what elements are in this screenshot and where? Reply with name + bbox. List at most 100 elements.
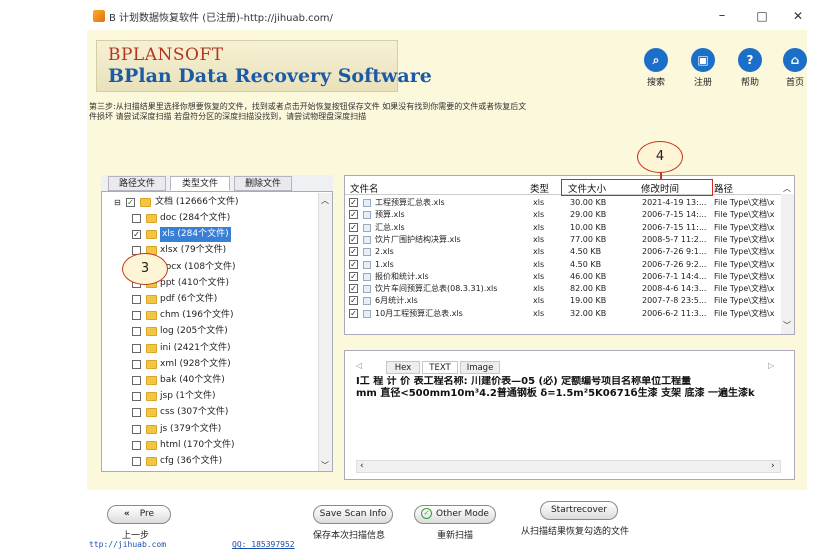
chevron-left-icon[interactable]: ‹ (360, 461, 364, 471)
file-checkbox[interactable]: ✓ (349, 198, 358, 207)
tree-item-label: html (170个文件) (160, 439, 235, 450)
tree-item-checkbox[interactable] (132, 327, 141, 337)
tab-image[interactable]: Image (460, 361, 500, 374)
annotation-highlight-box (561, 179, 713, 196)
file-row[interactable]: ✓ 6月统计.xls xls 19.00 KB 2007-7-8 23:5... File… (345, 295, 781, 307)
register-label[interactable]: 注册 (683, 75, 723, 88)
start-recover-button[interactable]: Startrecover (540, 501, 618, 520)
file-checkbox[interactable]: ✓ (349, 247, 358, 257)
file-name: 饮片车间预算汇总表(08.3.31).xls (375, 284, 498, 294)
home-label[interactable]: 首页 (775, 75, 815, 88)
file-row[interactable]: ✓ 饮片厂围护结构决算.xls xls 77.00 KB 2008-5-7 11:2..… (345, 234, 781, 246)
tab-text[interactable]: TEXT (422, 361, 458, 374)
file-type: xls (533, 247, 545, 257)
chevron-down-icon[interactable]: ﹀ (321, 460, 329, 471)
file-row[interactable]: ✓ 预算.xls xls 29.00 KB 2006-7-15 14:... File T… (345, 209, 781, 221)
chevron-right-icon[interactable]: ▷ (768, 361, 774, 370)
chevron-right-icon[interactable]: › (771, 461, 775, 471)
tree-item-checkbox[interactable] (132, 424, 141, 434)
tree-item-checkbox[interactable] (132, 214, 141, 223)
file-modified: 2006-7-15 11:... (642, 222, 707, 232)
file-checkbox[interactable]: ✓ (349, 284, 358, 294)
save-scan-info-button[interactable]: Save Scan Info (313, 505, 393, 524)
chevron-left-icon[interactable]: ◁ (356, 361, 362, 370)
qq-contact-link[interactable]: QQ: 185397952 (232, 540, 295, 549)
home-icon[interactable]: ⌂ (783, 48, 807, 72)
tab-hex[interactable]: Hex (386, 361, 420, 374)
check-circle-icon: ✓ (421, 508, 433, 519)
file-checkbox[interactable]: ✓ (349, 234, 358, 244)
file-checkbox[interactable]: ✓ (349, 271, 358, 281)
tree-item-checkbox[interactable] (132, 343, 141, 353)
website-link[interactable]: ttp://jihuab.com (89, 540, 166, 549)
tree-item-checkbox[interactable] (132, 457, 141, 466)
file-name: 1.xls (375, 259, 394, 269)
file-modified: 2021-4-19 13:... (642, 198, 707, 207)
folder-icon (140, 198, 151, 207)
tree-item-label: cfg (36个文件) (160, 456, 223, 466)
tree-item-label: xlsx (79个文件) (160, 245, 227, 256)
collapse-icon[interactable]: ⊟ (114, 195, 121, 210)
file-list-scrollbar[interactable] (781, 194, 794, 334)
tree-item-checkbox[interactable] (132, 359, 141, 369)
file-modified: 2006-7-26 9:1... (642, 247, 707, 257)
file-name: 工程预算汇总表.xls (375, 198, 445, 207)
column-header-path[interactable]: 路径 (714, 181, 733, 195)
tree-scrollbar[interactable] (318, 193, 332, 471)
file-path: File Type\文档\x (714, 222, 775, 232)
root-checkbox[interactable]: ✓ (126, 198, 135, 207)
other-mode-label: Other Mode (436, 509, 489, 519)
search-label[interactable]: 搜索 (636, 75, 676, 88)
folder-icon (146, 408, 157, 418)
file-row[interactable]: ✓ 报价和统计.xls xls 46.00 KB 2006-7-1 14:4... Fil… (345, 271, 781, 283)
close-button[interactable]: ✕ (788, 8, 808, 24)
minimize-button[interactable]: – (712, 8, 732, 24)
preview-scrollbar[interactable] (356, 460, 781, 473)
tree-item-checkbox[interactable] (132, 295, 141, 304)
file-row[interactable]: ✓ 汇总.xls xls 10.00 KB 2006-7-15 11:... File T… (345, 222, 781, 234)
file-type: xls (533, 284, 545, 294)
file-path: File Type\文档\x (714, 308, 775, 318)
search-icon[interactable]: ⌕ (644, 48, 668, 72)
file-path: File Type\文档\x (714, 259, 775, 269)
file-row[interactable]: ✓ 饮片车间预算汇总表(08.3.31).xls xls 82.00 KB 2008-4… (345, 283, 781, 295)
help-label[interactable]: 帮助 (730, 75, 770, 88)
help-icon[interactable]: ? (738, 48, 762, 72)
maximize-button[interactable]: □ (752, 8, 772, 24)
file-checkbox[interactable]: ✓ (349, 222, 358, 232)
register-icon[interactable]: ▣ (691, 48, 715, 72)
other-mode-caption: 重新扫描 (437, 531, 474, 541)
other-mode-button[interactable]: ✓ Other Mode (414, 505, 496, 524)
file-icon (363, 297, 371, 306)
tree-item-checkbox[interactable] (132, 392, 141, 402)
tree-item-label: js (379个文件) (160, 423, 222, 434)
tree-item-checkbox[interactable] (132, 311, 141, 321)
tree-item-label: bak (40个文件) (160, 375, 225, 385)
file-row[interactable]: ✓ 10月工程预算汇总表.xls xls 32.00 KB 2006-6-2 11:3.… (345, 308, 781, 320)
file-checkbox[interactable]: ✓ (349, 296, 358, 306)
chevron-up-icon[interactable]: ︿ (321, 195, 329, 206)
chevron-down-icon[interactable]: ﹀ (783, 320, 791, 331)
tree-item-checkbox[interactable] (132, 408, 141, 418)
chevron-up-icon[interactable]: ︿ (783, 183, 791, 194)
file-checkbox[interactable]: ✓ (349, 308, 358, 318)
pre-button[interactable]: « Pre (107, 505, 171, 524)
file-modified: 2006-7-15 14:... (642, 210, 707, 220)
tab-path-files[interactable]: 路径文件 (108, 176, 166, 191)
column-header-type[interactable]: 类型 (530, 181, 549, 195)
tree-item-checkbox[interactable]: ✓ (132, 230, 141, 240)
column-header-name[interactable]: 文件名 (350, 181, 379, 195)
tab-deleted-files[interactable]: 删除文件 (234, 176, 292, 191)
file-icon (363, 272, 371, 281)
file-row[interactable]: ✓ 1.xls xls 4.50 KB 2006-7-26 9:2... File Typ… (345, 259, 781, 271)
tab-type-files[interactable]: 类型文件 (170, 176, 230, 191)
file-row[interactable]: ✓ 2.xls xls 4.50 KB 2006-7-26 9:1... File Typ… (345, 246, 781, 258)
file-checkbox[interactable]: ✓ (349, 259, 358, 269)
tree-item-checkbox[interactable] (132, 440, 141, 450)
tree-item-checkbox[interactable] (132, 376, 141, 385)
file-modified: 2008-5-7 11:2... (642, 234, 707, 244)
file-checkbox[interactable]: ✓ (349, 210, 358, 220)
file-size: 19.00 KB (570, 296, 607, 306)
file-icon (363, 248, 371, 257)
file-row[interactable]: ✓ 工程预算汇总表.xls xls 30.00 KB 2021-4-19 13:... F… (345, 197, 781, 209)
